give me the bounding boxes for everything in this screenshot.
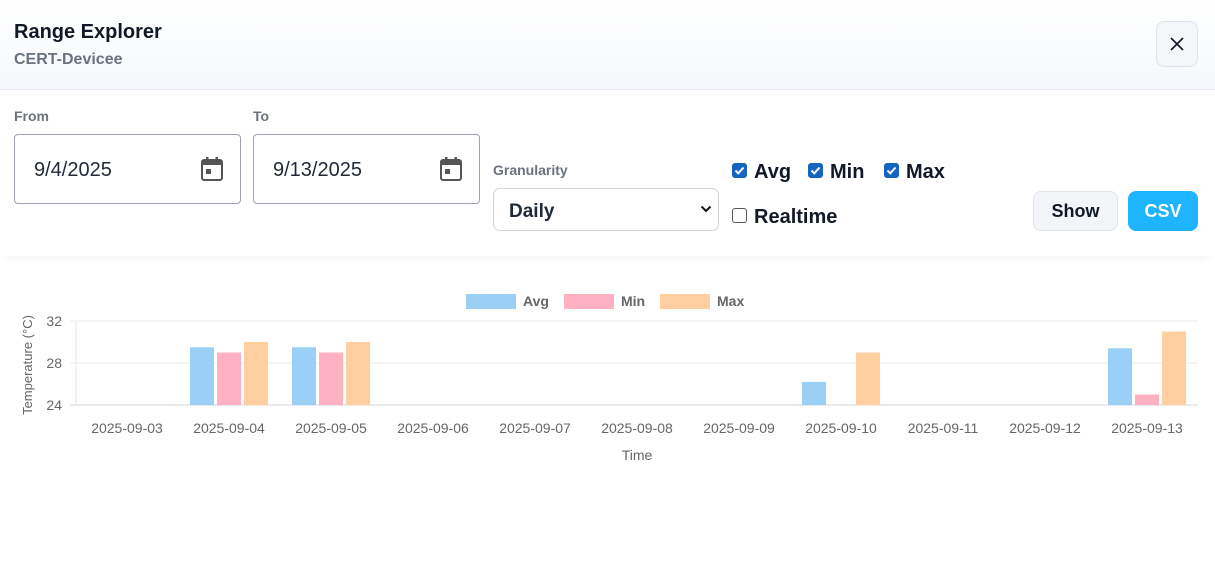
y-tick-label: 32 [46, 313, 62, 329]
bar-max [856, 352, 880, 405]
x-tick-label: 2025-09-12 [1009, 420, 1081, 436]
x-tick-label: 2025-09-07 [499, 420, 571, 436]
avg-checkbox[interactable] [732, 163, 747, 178]
from-label: From [14, 108, 49, 124]
modal-header: Range Explorer CERT-Devicee [0, 0, 1215, 90]
x-tick-label: 2025-09-05 [295, 420, 367, 436]
avg-checkbox-label[interactable]: Avg [754, 161, 791, 184]
x-tick-label: 2025-09-10 [805, 420, 877, 436]
range-explorer-modal: Range Explorer CERT-Devicee From 9/4/202… [0, 0, 1215, 573]
legend-label-max: Max [717, 293, 744, 309]
x-tick-label: 2025-09-03 [91, 420, 163, 436]
bar-max [1162, 331, 1186, 405]
calendar-icon[interactable] [439, 156, 463, 182]
bar-min [1135, 394, 1159, 405]
x-tick-label: 2025-09-13 [1111, 420, 1183, 436]
x-tick-label: 2025-09-06 [397, 420, 469, 436]
from-date-value: 9/4/2025 [34, 159, 112, 181]
y-tick-label: 28 [46, 355, 62, 371]
bar-max [346, 342, 370, 405]
granularity-select[interactable]: Daily [493, 188, 719, 231]
min-checkbox[interactable] [808, 163, 823, 178]
check-icon [810, 166, 821, 175]
legend-swatch-avg [466, 294, 516, 309]
x-tick-label: 2025-09-08 [601, 420, 673, 436]
bar-avg [292, 347, 316, 405]
chevron-down-icon [700, 205, 712, 213]
x-tick-label: 2025-09-09 [703, 420, 775, 436]
check-icon [734, 166, 745, 175]
x-axis-title: Time [622, 447, 653, 463]
granularity-value: Daily [509, 201, 555, 222]
controls-panel: From 9/4/2025 To 9/13/2025 Granularity D… [0, 90, 1215, 256]
bar-max [244, 342, 268, 405]
show-button[interactable]: Show [1033, 191, 1118, 231]
csv-button[interactable]: CSV [1128, 191, 1198, 231]
bar-avg [1108, 348, 1132, 405]
min-checkbox-label[interactable]: Min [830, 161, 864, 184]
to-label: To [253, 108, 270, 124]
y-axis-title: Temperature (°C) [20, 315, 35, 415]
bar-avg [802, 381, 826, 405]
max-checkbox[interactable] [884, 163, 899, 178]
close-button[interactable] [1156, 21, 1198, 67]
max-checkbox-label[interactable]: Max [906, 161, 945, 184]
legend-swatch-max [660, 294, 710, 309]
close-icon [1170, 37, 1184, 51]
temperature-bar-chart: 24 28 32 2025-09-03 2025-09-04 2025-09-05 2025… [20, 293, 1198, 463]
modal-title: Range Explorer [14, 21, 162, 43]
legend-label-min: Min [621, 293, 645, 309]
legend-label-avg: Avg [523, 293, 549, 309]
bar-avg [190, 347, 214, 405]
granularity-label: Granularity [493, 162, 568, 178]
from-date-input[interactable]: 9/4/2025 [14, 134, 241, 204]
device-name: CERT-Devicee [14, 51, 123, 68]
to-date-input[interactable]: 9/13/2025 [253, 134, 480, 204]
x-tick-label: 2025-09-04 [193, 420, 265, 436]
realtime-checkbox[interactable] [732, 208, 747, 223]
y-tick-label: 24 [46, 397, 62, 413]
bar-min [217, 352, 241, 405]
to-date-value: 9/13/2025 [273, 159, 362, 181]
legend-swatch-min [564, 294, 614, 309]
bar-min [319, 352, 343, 405]
realtime-checkbox-label[interactable]: Realtime [754, 206, 837, 229]
x-tick-label: 2025-09-11 [908, 420, 979, 436]
calendar-icon[interactable] [200, 156, 224, 182]
check-icon [886, 166, 897, 175]
